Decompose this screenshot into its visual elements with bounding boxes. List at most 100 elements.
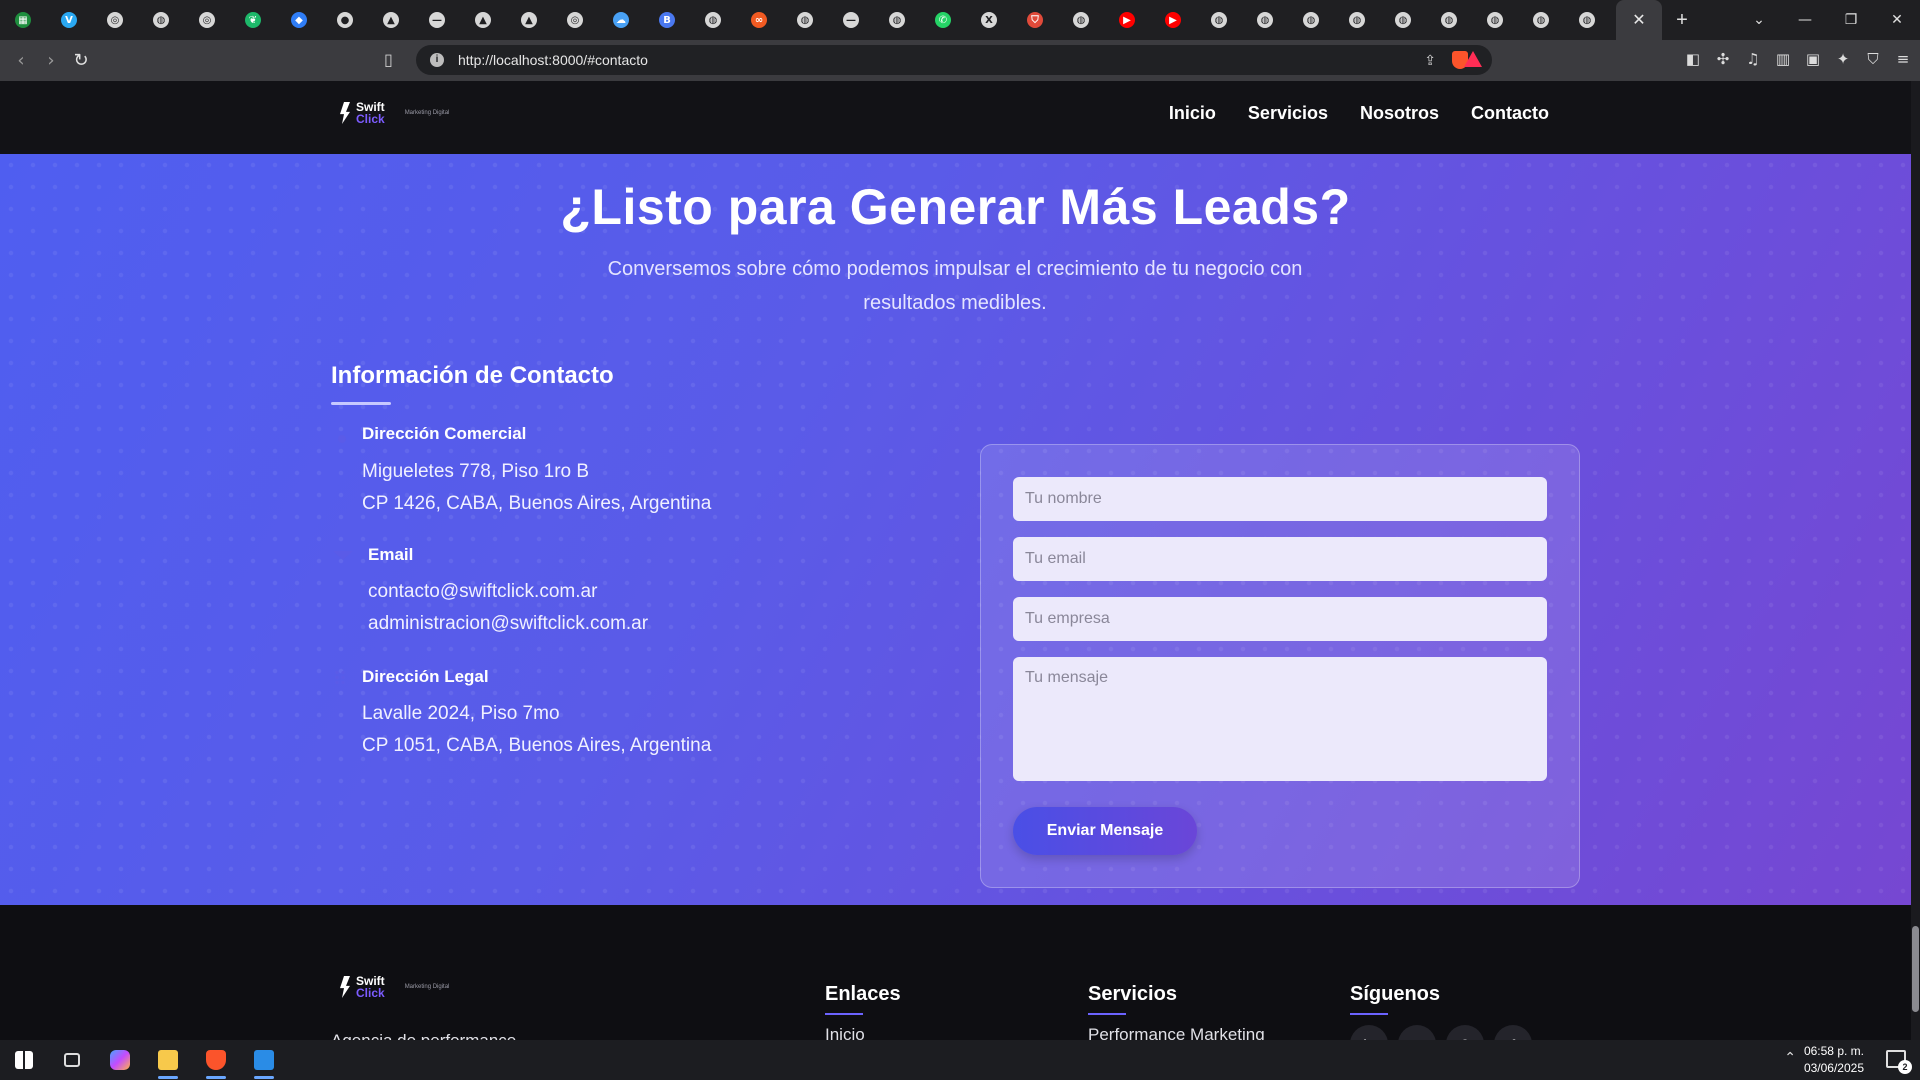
vscode-taskbar-button[interactable]: [240, 1040, 288, 1080]
forward-button[interactable]: ›: [36, 50, 66, 71]
footer-logo[interactable]: Swift Click Marketing Digital: [340, 975, 449, 999]
browser-tab[interactable]: ◍: [1564, 0, 1610, 40]
clock-date: 03/06/2025: [1803, 1061, 1864, 1075]
scrollbar-thumb[interactable]: [1912, 926, 1919, 1012]
active-tab[interactable]: ✕: [1616, 0, 1662, 40]
menu-icon[interactable]: ≡: [1894, 50, 1912, 68]
browser-tab[interactable]: ◍: [1058, 0, 1104, 40]
browser-tab[interactable]: ◎: [552, 0, 598, 40]
bookmark-icon[interactable]: ▯: [384, 50, 393, 70]
message-textarea[interactable]: Tu mensaje: [1013, 657, 1547, 781]
puzzle-icon[interactable]: ✣: [1714, 50, 1732, 68]
share-icon[interactable]: ⇪: [1424, 52, 1436, 69]
browser-tab[interactable]: ◍: [782, 0, 828, 40]
company-input[interactable]: Tu empresa: [1013, 597, 1547, 641]
browser-tab[interactable]: B: [644, 0, 690, 40]
linkedin-icon[interactable]: in: [1350, 1025, 1388, 1040]
bolt-icon: [340, 102, 350, 124]
dash-icon: —: [429, 12, 445, 28]
name-input[interactable]: Tu nombre: [1013, 477, 1547, 521]
browser-tab[interactable]: ◍: [690, 0, 736, 40]
browser-tab[interactable]: ▶: [1150, 0, 1196, 40]
site-logo[interactable]: Swift Click Marketing Digital: [340, 101, 449, 125]
browser-tab[interactable]: ✆: [920, 0, 966, 40]
browser-tab[interactable]: ◍: [1334, 0, 1380, 40]
sidebar-icon[interactable]: ▥: [1774, 50, 1792, 68]
new-tab-button[interactable]: +: [1662, 9, 1702, 32]
tab-search-icon[interactable]: ⌄: [1736, 12, 1782, 28]
extension-icon[interactable]: ◧: [1684, 50, 1702, 68]
site-info-icon[interactable]: i: [430, 53, 444, 67]
file-explorer-button[interactable]: [144, 1040, 192, 1080]
close-tab-icon[interactable]: ✕: [1632, 10, 1645, 30]
browser-tab[interactable]: ❦: [230, 0, 276, 40]
browser-tab[interactable]: ◍: [1196, 0, 1242, 40]
start-button[interactable]: [0, 1040, 48, 1080]
browser-tab[interactable]: ◍: [1472, 0, 1518, 40]
contact-item-title: Dirección Legal: [362, 667, 489, 686]
youtube-icon: ▶: [1165, 12, 1181, 28]
globe-icon: ◍: [705, 12, 721, 28]
browser-tab[interactable]: ◍: [138, 0, 184, 40]
globe-icon: ◍: [1395, 12, 1411, 28]
contact-item-line: Migueletes 778, Piso 1ro B: [362, 461, 590, 482]
youtube-icon: ▶: [1119, 12, 1135, 28]
music-icon[interactable]: ♫: [1744, 50, 1762, 68]
brave-rewards-icon[interactable]: [1464, 51, 1482, 67]
browser-tab[interactable]: —: [828, 0, 874, 40]
browser-tab[interactable]: ▶: [1104, 0, 1150, 40]
email-link[interactable]: administracion@swiftclick.com.ar: [368, 613, 648, 635]
task-view-button[interactable]: [48, 1040, 96, 1080]
browser-tab[interactable]: ◎: [92, 0, 138, 40]
browser-tab[interactable]: ☁: [598, 0, 644, 40]
tray-chevron-icon[interactable]: ⌃: [1784, 1050, 1796, 1066]
facebook-icon[interactable]: f: [1494, 1025, 1532, 1040]
nav-link-inicio[interactable]: Inicio: [1169, 103, 1216, 124]
browser-tab[interactable]: ⛉: [1012, 0, 1058, 40]
notification-count: 2: [1898, 1060, 1912, 1074]
browser-tab[interactable]: ▲: [460, 0, 506, 40]
footer-link-performance[interactable]: Performance Marketing: [1088, 1025, 1265, 1040]
browser-tab[interactable]: ◎: [184, 0, 230, 40]
browser-tab[interactable]: ◍: [1380, 0, 1426, 40]
browser-tab[interactable]: ◍: [1242, 0, 1288, 40]
nav-link-servicios[interactable]: Servicios: [1248, 103, 1328, 124]
send-message-button[interactable]: Enviar Mensaje: [1013, 807, 1197, 855]
browser-tab[interactable]: ▲: [368, 0, 414, 40]
browser-tab[interactable]: ∞: [736, 0, 782, 40]
minimize-button[interactable]: —: [1782, 12, 1828, 28]
browser-tab[interactable]: ●: [322, 0, 368, 40]
footer-link-inicio[interactable]: Inicio: [825, 1025, 865, 1040]
browser-tab[interactable]: ▲: [506, 0, 552, 40]
twitter-icon[interactable]: t: [1398, 1025, 1436, 1040]
browser-tab[interactable]: ◆: [276, 0, 322, 40]
page-scrollbar[interactable]: [1911, 81, 1920, 1040]
nav-link-nosotros[interactable]: Nosotros: [1360, 103, 1439, 124]
browser-tab[interactable]: X: [966, 0, 1012, 40]
wallet-icon[interactable]: ▣: [1804, 50, 1822, 68]
instagram-icon[interactable]: ◎: [1446, 1025, 1484, 1040]
globe-icon: ◍: [1349, 12, 1365, 28]
back-button[interactable]: ‹: [6, 50, 36, 71]
leo-icon[interactable]: ✦: [1834, 50, 1852, 68]
browser-tab[interactable]: ◍: [1518, 0, 1564, 40]
vpn-icon[interactable]: ⛉: [1864, 50, 1882, 68]
email-input[interactable]: Tu email: [1013, 537, 1547, 581]
browser-tab[interactable]: ◍: [1426, 0, 1472, 40]
restore-button[interactable]: ❐: [1828, 12, 1874, 28]
close-window-button[interactable]: ✕: [1874, 12, 1920, 28]
notification-icon[interactable]: 2: [1886, 1050, 1912, 1074]
browser-tab[interactable]: ▦: [0, 0, 46, 40]
browser-tab[interactable]: ◍: [874, 0, 920, 40]
browser-tab[interactable]: —: [414, 0, 460, 40]
nav-link-contacto[interactable]: Contacto: [1471, 103, 1549, 124]
browser-tab[interactable]: V: [46, 0, 92, 40]
url-field[interactable]: i http://localhost:8000/#contacto ⇪: [416, 45, 1492, 75]
email-link[interactable]: contacto@swiftclick.com.ar: [368, 581, 597, 603]
system-clock[interactable]: 06:58 p. m. 03/06/2025: [1804, 1043, 1864, 1077]
reload-button[interactable]: ↻: [66, 50, 96, 71]
browser-tab[interactable]: ◍: [1288, 0, 1334, 40]
copilot-button[interactable]: [96, 1040, 144, 1080]
logo-wordmark: Swift Click: [356, 975, 385, 999]
brave-taskbar-button[interactable]: [192, 1040, 240, 1080]
